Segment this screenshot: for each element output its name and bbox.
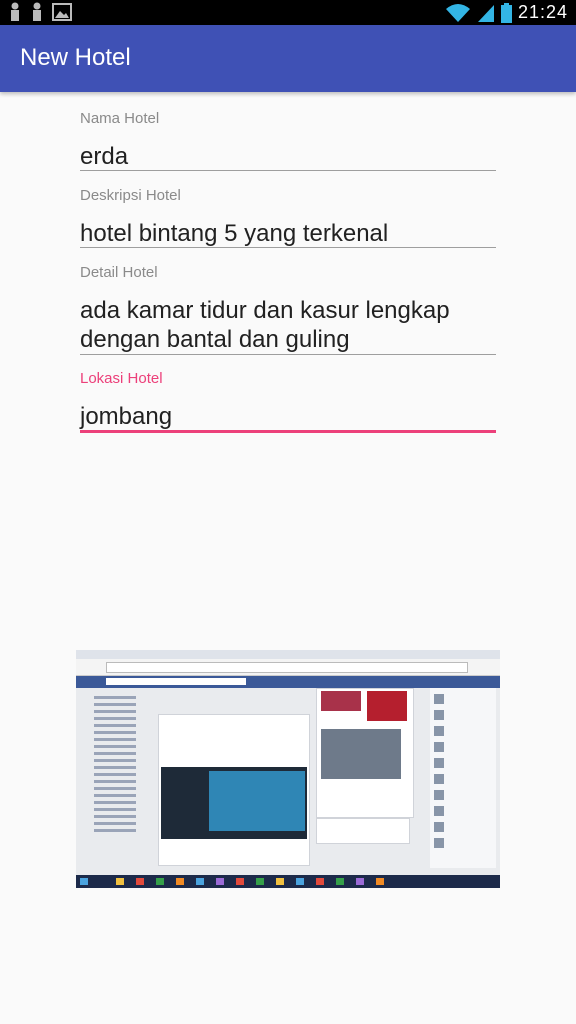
deskripsi-hotel-underline [80, 247, 496, 248]
app-bar: New Hotel [0, 25, 576, 92]
nama-hotel-underline [80, 170, 496, 171]
image-nav-row [94, 829, 136, 832]
deskripsi-hotel-input[interactable]: hotel bintang 5 yang terkenal [80, 219, 388, 248]
image-avatar [434, 774, 444, 784]
image-nav-row [94, 703, 136, 706]
image-taskbar-icon [256, 878, 264, 885]
status-time: 21:24 [517, 2, 568, 22]
image-nav-row [94, 773, 136, 776]
image-taskbar-icon [296, 878, 304, 885]
image-site-header [76, 676, 500, 688]
image-nav-row [94, 794, 136, 797]
battery-icon [500, 2, 512, 23]
image-middle-card [316, 818, 410, 844]
image-taskbar [76, 875, 500, 888]
image-feed-card [158, 714, 310, 866]
image-taskbar-icon [136, 878, 144, 885]
image-nav-row [94, 808, 136, 811]
lokasi-hotel-underline [80, 430, 496, 433]
image-nav-row [94, 724, 136, 727]
image-taskbar-icon [216, 878, 224, 885]
image-taskbar-icon [356, 878, 364, 885]
lokasi-hotel-field[interactable]: Lokasi Hotel jombang [80, 370, 496, 433]
detail-hotel-label: Detail Hotel [80, 264, 158, 281]
image-taskbar-icon [316, 878, 324, 885]
image-nav-row [94, 801, 136, 804]
deskripsi-hotel-field[interactable]: Deskripsi Hotel hotel bintang 5 yang ter… [80, 187, 496, 248]
image-browser-address-bar [76, 659, 500, 676]
image-avatar [434, 806, 444, 816]
image-feed-photo-highlight [209, 771, 305, 831]
lokasi-hotel-input[interactable]: jombang [80, 402, 172, 431]
detail-hotel-underline [80, 354, 496, 355]
image-taskbar-icon [176, 878, 184, 885]
image-nav-row [94, 710, 136, 713]
image-nav-row [94, 822, 136, 825]
image-avatar [434, 822, 444, 832]
nama-hotel-label: Nama Hotel [80, 110, 160, 127]
image-avatar [434, 790, 444, 800]
image-taskbar-icon [336, 878, 344, 885]
image-avatar [434, 742, 444, 752]
image-browser-tabs [76, 650, 500, 659]
status-bar: 21:24 [0, 0, 576, 25]
image-taskbar-icon [116, 878, 124, 885]
image-taskbar-icon [236, 878, 244, 885]
image-left-nav [94, 692, 154, 872]
image-right-column [430, 688, 496, 868]
image-middle-photo [321, 729, 401, 779]
image-avatar [434, 694, 444, 704]
image-feed-photo [161, 767, 307, 839]
hotel-image [76, 650, 500, 888]
image-nav-row [94, 717, 136, 720]
status-right-icons: 21:24 [445, 0, 568, 25]
notification-icon [33, 2, 41, 21]
image-taskbar-icon [376, 878, 384, 885]
image-nav-row [94, 738, 136, 741]
image-icon [52, 3, 72, 21]
image-nav-row [94, 815, 136, 818]
image-taskbar-icon [80, 878, 88, 885]
detail-hotel-field[interactable]: Detail Hotel ada kamar tidur dan kasur l… [80, 264, 496, 355]
image-taskbar-icon [276, 878, 284, 885]
image-avatar [434, 726, 444, 736]
image-middle-banner [321, 691, 361, 711]
signal-icon [477, 4, 494, 22]
notification-icon [11, 2, 19, 21]
deskripsi-hotel-label: Deskripsi Hotel [80, 187, 181, 204]
image-avatar [434, 758, 444, 768]
image-nav-row [94, 696, 136, 699]
wifi-icon [445, 3, 470, 22]
image-taskbar-icon [156, 878, 164, 885]
image-nav-row [94, 759, 136, 762]
image-nav-row [94, 766, 136, 769]
image-avatar [434, 838, 444, 848]
image-nav-row [94, 752, 136, 755]
image-address-box [106, 662, 468, 673]
image-nav-row [94, 787, 136, 790]
image-site-search [106, 678, 246, 685]
image-nav-row [94, 745, 136, 748]
nama-hotel-field[interactable]: Nama Hotel erda [80, 110, 496, 171]
image-avatar [434, 710, 444, 720]
app-title: New Hotel [20, 44, 131, 71]
image-middle-banner [367, 691, 407, 721]
image-taskbar-icon [196, 878, 204, 885]
image-middle-column [316, 688, 414, 818]
lokasi-hotel-label: Lokasi Hotel [80, 370, 163, 387]
detail-hotel-input[interactable]: ada kamar tidur dan kasur lengkap dengan… [80, 296, 496, 354]
nama-hotel-input[interactable]: erda [80, 142, 128, 171]
image-nav-row [94, 731, 136, 734]
image-nav-row [94, 780, 136, 783]
status-left-icons [8, 2, 72, 22]
